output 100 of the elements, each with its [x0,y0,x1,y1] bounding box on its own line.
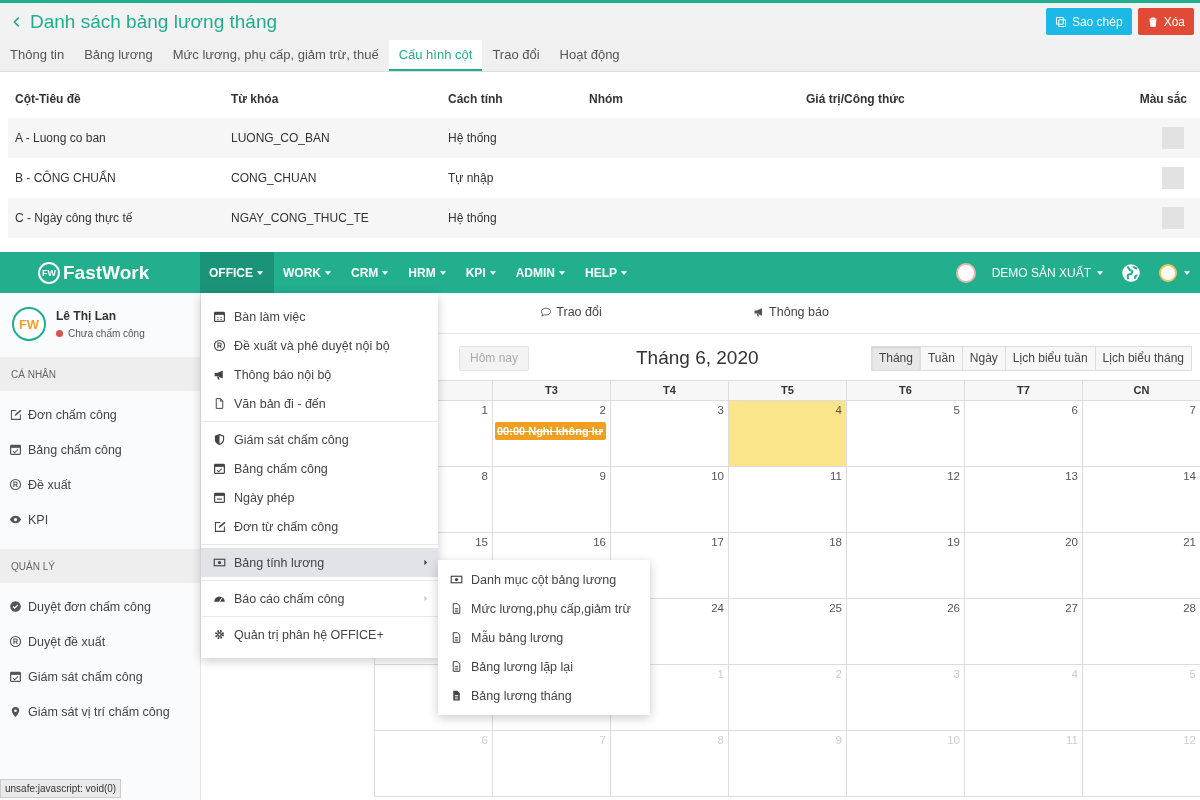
menu-item[interactable]: Thông báo nội bộ [201,360,438,389]
section-header: CÁ NHÂN [0,357,200,391]
brand-name: FastWork [63,261,150,284]
column-header: Giá trị/Công thức [805,92,906,106]
sidebar-item[interactable]: Đề xuất [0,467,200,502]
day-number: 19 [947,536,960,548]
table-cell-text: Hệ thống [447,211,498,225]
settings-icon [213,628,226,641]
day-number: 24 [711,602,724,614]
menu-item[interactable]: Văn bản đi - đến [201,389,438,418]
table-cell-text: Hệ thống [447,131,498,145]
user-avatar: FW [12,307,46,341]
sidebar-item[interactable]: Duyệt đơn chấm công [0,589,200,624]
sidebar-item[interactable]: KPI [0,502,200,537]
calendar-minus-icon [213,491,226,504]
day-number: 21 [1183,536,1196,548]
registered-icon [9,478,22,491]
menu-item[interactable]: Ngày phép [201,483,438,512]
menu-item[interactable]: Bảng tính lương [201,548,438,577]
registered-icon [9,635,22,648]
status-url: unsafe:javascript: void(0) [0,779,122,798]
menu-item[interactable]: Đề xuất và phê duyệt nội bộ [201,331,438,360]
document-icon [450,631,463,644]
user-name: Lê Thị Lan [56,309,117,323]
day-number: 17 [711,536,724,548]
menu-item[interactable]: Bảng lương lặp lại [438,652,650,681]
document-icon [450,689,463,702]
table-cell-text: CONG_CHUAN [230,171,318,185]
tab[interactable]: Mức lương, phụ cấp, giảm trừ, thuế [162,40,389,71]
registered-icon [213,339,226,352]
sidebar-item[interactable]: Đơn chấm công [0,397,200,432]
map-pin-icon [9,705,22,718]
nav-menu-item[interactable]: OFFICE [200,252,274,293]
eye-icon [9,513,22,526]
menu-item[interactable]: Mức lương,phụ cấp,giảm trừ [438,594,650,623]
table-cell-text: B - CÔNG CHUẨN [14,171,117,185]
menu-item[interactable]: Quản trị phân hệ OFFICE+ [201,620,438,649]
menu-item[interactable]: Báo cáo chấm công [201,584,438,613]
day-number: 26 [947,602,960,614]
column-header: Cách tính [447,92,504,106]
day-number: 16 [593,536,606,548]
day-number: 25 [829,602,842,614]
tab[interactable]: Thông tin [0,40,75,71]
tab[interactable]: Trao đổi [482,40,550,71]
view-button[interactable]: Lịch biểu tuần [1004,345,1096,371]
section-header: QUẢN LÝ [0,549,200,583]
logo-mark: FW [38,261,60,284]
menu-item[interactable]: Bàn làm việc [201,302,438,331]
sidebar-item[interactable]: Giám sát vị trí chấm công [0,694,200,729]
day-number: 12 [947,470,960,482]
globe-icon [1121,262,1141,283]
page-title: Danh sách bảng lương tháng [30,10,278,33]
tab[interactable]: Thông báo [681,293,901,333]
menu-item[interactable]: Bảng lương tháng [438,681,650,710]
weekday-header: T6 [846,380,964,401]
day-number: 10 [711,470,724,482]
column-header: Cột-Tiêu đề [14,92,82,106]
sidebar-item[interactable]: Duyệt đề xuất [0,624,200,659]
tab[interactable]: Bảng lương [74,40,163,71]
money-icon [450,573,463,586]
tab[interactable]: Trao đổi [461,293,681,333]
delete-button[interactable]: Xóa [1137,8,1194,35]
status-text: Chưa chấm công [68,328,145,339]
table-cell-text: A - Luong co ban [14,131,107,145]
day-number: 3 [717,404,724,416]
sidebar-item[interactable]: Bảng chấm công [0,432,200,467]
weekday-header: T4 [610,380,728,401]
day-number: 27 [1065,602,1078,614]
weekday-header: CN [1082,380,1200,401]
menu-item[interactable]: Bảng chấm công [201,454,438,483]
column-header: Từ khóa [230,92,280,106]
shield-icon [213,433,226,446]
view-button[interactable]: Tuần [919,345,963,371]
day-number: 18 [829,536,842,548]
table-cell-text: Tự nhập [447,171,495,185]
user-avatar-icon[interactable] [1159,263,1177,282]
view-button[interactable]: Ngày [961,345,1006,371]
calendar-check-icon [9,443,22,456]
tab[interactable]: Hoạt động [549,40,630,71]
day-number: 15 [475,536,488,548]
day-number: 13 [1065,470,1078,482]
sidebar-item[interactable]: Giám sát chấm công [0,659,200,694]
menu-item[interactable]: Danh mục cột bảng lương [438,565,650,594]
day-number: 14 [1183,470,1196,482]
color-swatch[interactable] [1162,167,1184,189]
column-header: Màu sắc [1138,92,1188,106]
day-number: 9 [599,470,606,482]
day-number: 20 [1065,536,1078,548]
view-button[interactable]: Tháng [870,345,921,371]
menu-item[interactable]: Mẫu bảng lương [438,623,650,652]
day-number: 4 [835,404,842,416]
calendar-icon [213,310,226,323]
day-number: 1 [481,404,488,416]
day-number: 28 [1183,602,1196,614]
document-icon [450,660,463,673]
megaphone-icon [213,368,226,381]
view-button[interactable]: Lịch biểu tháng [1094,345,1192,371]
edit-icon [213,520,226,533]
menu-item[interactable]: Đơn từ chấm công [201,512,438,541]
menu-item[interactable]: Giám sát chấm công [201,425,438,454]
